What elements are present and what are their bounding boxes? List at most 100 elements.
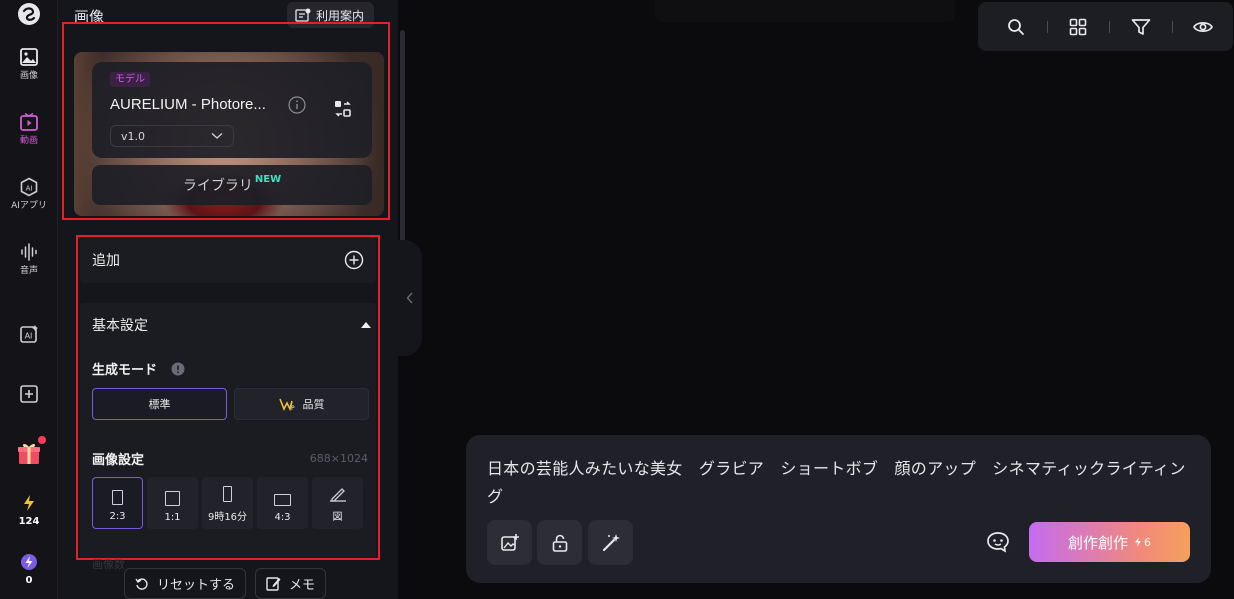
panel-footer: リセットする メモ [124,568,327,599]
swap-model-icon[interactable] [334,100,352,118]
create-button[interactable]: 創作創作 6 [1029,522,1190,562]
logo[interactable] [0,2,58,26]
toolbar-divider [1109,20,1110,33]
ratio-1-1-button[interactable]: 1:1 [147,477,198,529]
memo-label: メモ [289,578,316,593]
rail-item-ai-edit[interactable]: AI [0,324,58,344]
add-image-button[interactable] [487,520,532,565]
assistant-icon[interactable] [986,531,1010,553]
rail-item-audio[interactable]: 音声 [0,242,58,276]
caret-up-icon [361,322,371,328]
settings-section-highlight: 追加 基本設定 生成モード 標準 P 品質 画像設定 688×1024 2:3 … [76,235,380,560]
rail-item-ai-app[interactable]: AI AIアプリ [0,177,58,211]
add-label: 追加 [92,253,120,269]
plus-circle-icon[interactable] [344,250,364,270]
chevron-down-icon [211,133,223,139]
rail-item-video[interactable]: 動画 [0,112,58,146]
generation-mode-heading: 生成モード [92,359,185,378]
version-select[interactable]: v1.0 [110,125,234,147]
memo-icon [266,577,281,591]
video-icon [20,112,38,131]
toolbar-divider [1046,20,1048,33]
guide-icon [295,8,311,22]
prompt-input[interactable]: 日本の芸能人みたいな美女 グラビア ショートボブ 顔のアップ シネマティックライ… [487,455,1197,511]
version-value: v1.0 [121,129,146,143]
ratio-1-1-label: 1:1 [164,512,181,523]
magic-wand-icon [602,533,620,551]
basic-settings-label: 基本設定 [92,318,148,334]
add-section[interactable]: 追加 [80,237,376,283]
toolbar-divider [1171,20,1173,33]
rail-item-add[interactable] [0,384,58,404]
mode-quality-button[interactable]: P 品質 [234,388,369,420]
aspect-ratio-options: 2:3 1:1 9時16分 4:3 図 [92,477,363,529]
library-button[interactable]: ライブラリ NEW [92,165,372,205]
guide-label: 利用案内 [316,8,365,23]
new-badge: NEW [254,173,282,185]
reset-icon [135,577,148,590]
panel-scrollbar[interactable] [400,30,405,275]
ratio-custom-label: 図 [332,512,343,523]
model-name: AURELIUM - Photore... [110,96,266,113]
image-icon [20,48,38,66]
grid-view-button[interactable] [1059,18,1099,36]
image-size: 688×1024 [309,452,368,465]
rail-item-bolt-credits[interactable]: 124 [0,494,58,527]
mode-quality-label: 品質 [302,398,325,411]
unlock-icon [552,534,567,552]
ratio-1-1-icon [165,491,180,506]
view-toolbar [978,2,1233,51]
ratio-9-16-icon [223,486,232,502]
chevron-left-icon [406,292,413,304]
rail-label-image: 画像 [19,71,38,81]
mode-standard-label: 標準 [148,398,171,411]
visibility-button[interactable] [1184,20,1224,34]
bolt-icon [24,495,34,511]
rail-item-image[interactable]: 画像 [0,47,58,81]
bolt-icon [1135,537,1141,547]
ratio-2-3-icon [112,490,123,505]
rail-label-video: 動画 [19,136,38,146]
mode-standard-button[interactable]: 標準 [92,388,227,420]
magic-wand-button[interactable] [588,520,633,565]
image-settings-heading: 画像設定 688×1024 [92,449,368,468]
model-tag: モデル [110,72,150,87]
create-label: 創作創作 [1067,533,1128,552]
ratio-2-3-button[interactable]: 2:3 [92,477,143,529]
collapse-panel-button[interactable] [398,240,422,356]
image-count-label: 画像数 [92,558,125,571]
basic-settings-header[interactable]: 基本設定 [92,303,372,347]
search-button[interactable] [996,18,1036,36]
svg-text:P: P [291,405,295,411]
gift-icon [18,443,40,464]
create-cost-value: 6 [1144,535,1151,549]
notification-dot [38,436,46,444]
ai-app-icon: AI [20,177,38,197]
eye-icon [1193,21,1214,32]
model-section-highlight: モデル AURELIUM - Photore... v1.0 ライブラリ NEW [62,22,390,220]
rail-item-star-credits[interactable]: 0 [0,553,58,586]
rail-item-gift[interactable] [0,436,58,466]
reset-button[interactable]: リセットする [124,568,247,599]
audio-wave-icon [21,243,37,261]
ratio-4-3-label: 4:3 [274,512,291,523]
top-shade [655,0,955,22]
ratio-9-16-button[interactable]: 9時16分 [202,477,253,529]
svg-text:AI: AI [25,332,33,341]
info-icon[interactable] [288,96,306,114]
ratio-9-16-label: 9時16分 [207,512,248,523]
model-card[interactable]: モデル AURELIUM - Photore... v1.0 [92,62,372,158]
filter-icon [1131,18,1151,35]
lock-button[interactable] [537,520,582,565]
filter-button[interactable] [1121,18,1161,36]
ratio-custom-button[interactable]: 図 [312,477,363,529]
star-bolt-icon [21,554,37,570]
alert-icon[interactable] [171,362,185,376]
library-label: ライブラリ [182,178,253,194]
reset-label: リセットする [157,578,236,593]
prompt-box: 日本の芸能人みたいな美女 グラビア ショートボブ 顔のアップ シネマティックライ… [466,435,1211,583]
memo-button[interactable]: メモ [255,568,327,599]
ratio-4-3-button[interactable]: 4:3 [257,477,308,529]
bolt-count: 124 [18,516,40,527]
left-rail: 画像 動画 AI AIアプリ 音声 AI 124 0 [0,0,58,599]
